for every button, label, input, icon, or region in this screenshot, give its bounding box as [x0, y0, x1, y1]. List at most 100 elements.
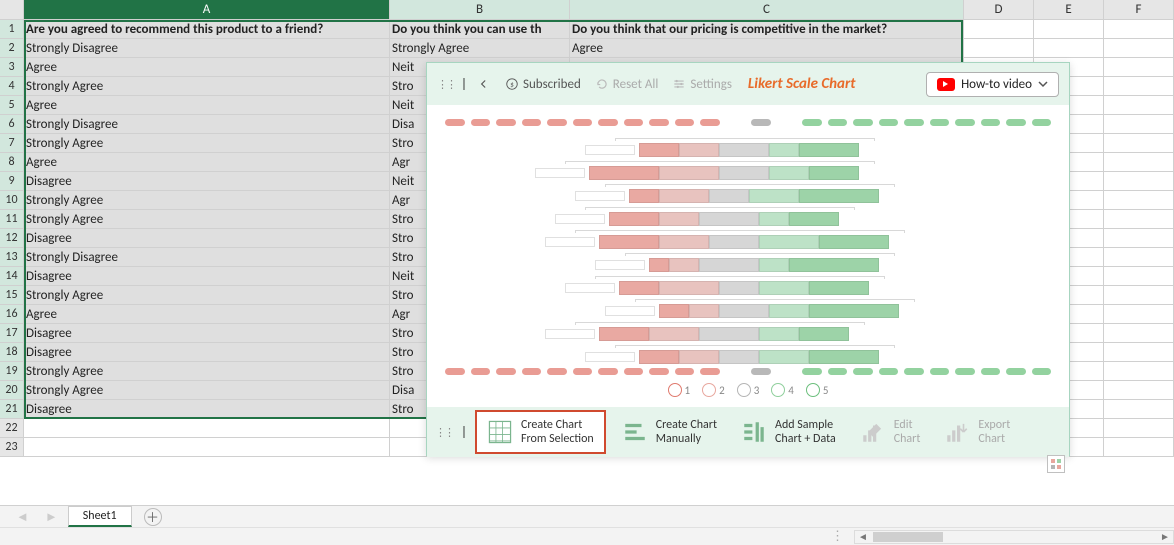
- cell[interactable]: Strongly Disagree: [24, 115, 390, 133]
- cell[interactable]: [24, 419, 390, 437]
- row-header[interactable]: 23: [0, 438, 24, 456]
- cell[interactable]: Disagree: [24, 400, 390, 418]
- row-header[interactable]: 13: [0, 248, 24, 266]
- col-header-D[interactable]: D: [964, 0, 1034, 19]
- cell[interactable]: Agree: [24, 96, 390, 114]
- cell[interactable]: [1104, 153, 1174, 171]
- cell[interactable]: Strongly Agree: [24, 286, 390, 304]
- hscroll-right[interactable]: ►: [1157, 530, 1173, 543]
- cell[interactable]: Strongly Agree: [390, 39, 570, 57]
- cell[interactable]: [1104, 362, 1174, 380]
- cell[interactable]: [1104, 438, 1174, 456]
- add-sheet-button[interactable]: ＋: [144, 508, 162, 526]
- cell[interactable]: [1034, 20, 1104, 38]
- cell[interactable]: Disagree: [24, 324, 390, 342]
- cell[interactable]: Disagree: [24, 343, 390, 361]
- cell[interactable]: Agree: [24, 153, 390, 171]
- row-header[interactable]: 12: [0, 229, 24, 247]
- cell[interactable]: Strongly Agree: [24, 210, 390, 228]
- cell[interactable]: Strongly Disagree: [24, 248, 390, 266]
- cell[interactable]: [1104, 229, 1174, 247]
- cell[interactable]: Strongly Agree: [24, 191, 390, 209]
- row-header[interactable]: 21: [0, 400, 24, 418]
- actions-grip-icon[interactable]: ⋮⋮: [435, 426, 453, 439]
- cell[interactable]: [1104, 115, 1174, 133]
- cell[interactable]: Agree: [24, 58, 390, 76]
- hscroll-track[interactable]: ◄ ►: [854, 530, 1174, 544]
- cell[interactable]: [1104, 134, 1174, 152]
- cell[interactable]: [964, 20, 1034, 38]
- cell[interactable]: Are you agreed to recommend this product…: [24, 20, 390, 38]
- cell[interactable]: [1104, 58, 1174, 76]
- select-all-corner[interactable]: [0, 0, 24, 19]
- hscroll-left[interactable]: ◄: [855, 530, 871, 543]
- cell[interactable]: Do you think that our pricing is competi…: [570, 20, 964, 38]
- cell[interactable]: Disagree: [24, 267, 390, 285]
- cell[interactable]: [1104, 400, 1174, 418]
- cell[interactable]: Agree: [570, 39, 964, 57]
- cell[interactable]: [1104, 324, 1174, 342]
- row-header[interactable]: 20: [0, 381, 24, 399]
- cell[interactable]: Agree: [24, 305, 390, 323]
- col-header-B[interactable]: B: [390, 0, 570, 19]
- row-header[interactable]: 7: [0, 134, 24, 152]
- create-chart-manually-button[interactable]: Create ChartManually: [614, 414, 725, 450]
- cell[interactable]: Disagree: [24, 172, 390, 190]
- cell[interactable]: [1104, 172, 1174, 190]
- cell[interactable]: Strongly Agree: [24, 134, 390, 152]
- row-header[interactable]: 11: [0, 210, 24, 228]
- cell[interactable]: [1104, 305, 1174, 323]
- cell[interactable]: [1104, 210, 1174, 228]
- create-chart-from-selection-button[interactable]: Create ChartFrom Selection: [475, 410, 606, 454]
- cell[interactable]: Strongly Agree: [24, 77, 390, 95]
- row-header[interactable]: 22: [0, 419, 24, 437]
- cell[interactable]: [1034, 39, 1104, 57]
- cell[interactable]: [1104, 20, 1174, 38]
- cell[interactable]: [964, 39, 1034, 57]
- back-button[interactable]: [473, 75, 495, 93]
- row-header[interactable]: 9: [0, 172, 24, 190]
- row-header[interactable]: 6: [0, 115, 24, 133]
- row-header[interactable]: 4: [0, 77, 24, 95]
- col-header-F[interactable]: F: [1104, 0, 1174, 19]
- export-chart-button[interactable]: ExportChart: [936, 414, 1018, 450]
- row-header[interactable]: 1: [0, 20, 24, 38]
- sheet-tab-sheet1[interactable]: Sheet1: [68, 506, 132, 527]
- cell[interactable]: [24, 438, 390, 456]
- row-header[interactable]: 8: [0, 153, 24, 171]
- row-header[interactable]: 2: [0, 39, 24, 57]
- edit-chart-button[interactable]: EditChart: [852, 414, 929, 450]
- settings-button[interactable]: Settings: [668, 75, 736, 94]
- cell[interactable]: [1104, 381, 1174, 399]
- howto-video-button[interactable]: How-to video: [926, 72, 1059, 97]
- cell[interactable]: [1104, 191, 1174, 209]
- row-header[interactable]: 10: [0, 191, 24, 209]
- reset-all-button[interactable]: Reset All: [591, 75, 663, 94]
- cell[interactable]: Strongly Agree: [24, 381, 390, 399]
- scrollbar-grip-icon[interactable]: ⋮: [823, 529, 854, 544]
- tab-nav-next[interactable]: ►: [39, 509, 64, 525]
- drag-grip-icon[interactable]: ⋮⋮: [437, 78, 455, 91]
- row-header[interactable]: 18: [0, 343, 24, 361]
- col-header-E[interactable]: E: [1034, 0, 1104, 19]
- cell[interactable]: Strongly Agree: [24, 362, 390, 380]
- cell[interactable]: [1104, 96, 1174, 114]
- row-header[interactable]: 19: [0, 362, 24, 380]
- cell[interactable]: [1104, 77, 1174, 95]
- cell[interactable]: Disagree: [24, 229, 390, 247]
- subscribed-button[interactable]: $ Subscribed: [501, 75, 585, 94]
- row-header[interactable]: 16: [0, 305, 24, 323]
- row-header[interactable]: 14: [0, 267, 24, 285]
- tab-nav-prev[interactable]: ◄: [10, 509, 35, 525]
- hscroll-thumb[interactable]: [873, 532, 943, 542]
- col-header-C[interactable]: C: [570, 0, 964, 19]
- row-header[interactable]: 17: [0, 324, 24, 342]
- pane-options-icon[interactable]: [1047, 455, 1065, 473]
- cell[interactable]: [1104, 419, 1174, 437]
- row-header[interactable]: 15: [0, 286, 24, 304]
- cell[interactable]: Strongly Disagree: [24, 39, 390, 57]
- col-header-A[interactable]: A: [24, 0, 390, 19]
- add-sample-chart-button[interactable]: Add SampleChart + Data: [733, 414, 844, 450]
- cell[interactable]: [1104, 343, 1174, 361]
- cell[interactable]: Do you think you can use th: [390, 20, 570, 38]
